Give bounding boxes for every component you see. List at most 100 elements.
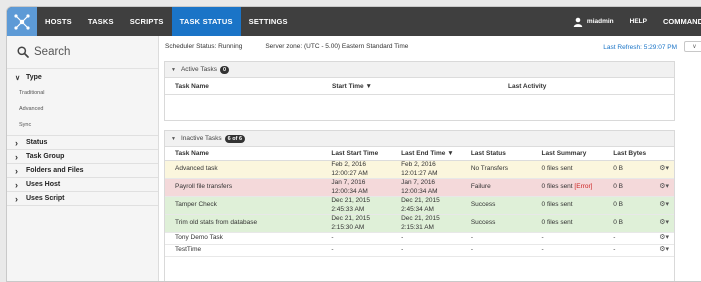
- task-name: Tony Demo Task: [175, 234, 223, 242]
- task-name: Payroll file transfers: [175, 183, 233, 191]
- last-summary: -: [532, 234, 604, 243]
- chevron-down-icon: ∨: [15, 74, 21, 82]
- table-row[interactable]: Advanced task Feb 2, 2016 12:00:27 AM Feb …: [165, 161, 674, 179]
- row-actions-gear-icon[interactable]: ⚙▾: [653, 165, 674, 174]
- column-header[interactable]: Last Activity: [498, 83, 648, 90]
- last-start-time: Dec 21, 2015 2:45:33 AM: [331, 197, 371, 213]
- last-end-time: Jan 7, 2016 12:00:34 AM: [401, 179, 438, 195]
- filter-group-type[interactable]: ∨ Type: [7, 70, 158, 85]
- filter-group-status[interactable]: › Status: [7, 136, 158, 150]
- type-option[interactable]: Traditional: [7, 85, 158, 101]
- triangle-down-icon: ▼: [171, 66, 176, 73]
- network-logo-icon: [14, 13, 30, 30]
- search-input[interactable]: [34, 46, 154, 58]
- column-header[interactable]: Last Status: [461, 150, 532, 157]
- nav-tab-scripts[interactable]: SCRIPTS: [122, 7, 172, 36]
- filter-group-label: Type: [26, 74, 42, 81]
- panel-title: Active Tasks: [180, 66, 217, 73]
- type-option[interactable]: Sync: [7, 117, 158, 133]
- last-start-time: Jan 7, 2016 12:00:34 AM: [331, 179, 368, 195]
- column-header[interactable]: Start Time ▼: [322, 83, 498, 90]
- row-actions-gear-icon[interactable]: ⚙▾: [653, 201, 674, 210]
- last-status: No Transfers: [470, 165, 509, 173]
- last-status: -: [470, 234, 473, 242]
- nav-tab-hosts[interactable]: HOSTS: [37, 7, 80, 36]
- help-link[interactable]: HELP: [622, 18, 655, 25]
- column-header[interactable]: Last Bytes: [603, 150, 653, 157]
- task-name: TestTime: [175, 246, 202, 254]
- last-status: Success: [470, 219, 496, 227]
- main-content: Scheduler Status: Running Server zone: (…: [159, 36, 701, 281]
- last-status: -: [470, 246, 473, 254]
- table-row[interactable]: Tony Demo Task - - - - - ⚙▾: [165, 233, 674, 245]
- last-end-time: Dec 21, 2015 2:45:34 AM: [401, 197, 440, 213]
- summary-text: 0 files sent: [541, 183, 573, 191]
- row-actions-gear-icon[interactable]: ⚙▾: [653, 234, 674, 243]
- last-status: Failure: [470, 183, 491, 191]
- table-row[interactable]: Tamper Check Dec 21, 2015 2:45:33 AM Dec 2…: [165, 197, 674, 215]
- top-navigation: HOSTS TASKS SCRIPTS TASK STATUS SETTINGS mia…: [7, 7, 701, 36]
- summary-text: 0 files sent: [541, 165, 573, 173]
- collapse-button[interactable]: ∨: [684, 41, 701, 52]
- column-header[interactable]: Task Name: [165, 83, 322, 90]
- user-menu[interactable]: miadmin: [587, 18, 622, 25]
- filter-sidebar: ∨ Type TraditionalAdvancedSync › Status › T…: [7, 36, 159, 281]
- row-actions-gear-icon[interactable]: ⚙▾: [653, 183, 674, 192]
- filter-group-uses-script[interactable]: › Uses Script: [7, 192, 158, 206]
- server-zone: Server zone: (UTC - 5.00) Eastern Standa…: [265, 42, 409, 50]
- filter-group-folders-and-files[interactable]: › Folders and Files: [7, 164, 158, 178]
- active-tasks-header[interactable]: ▼ Active Tasks 0: [165, 62, 674, 78]
- chevron-down-icon: ∨: [692, 44, 697, 50]
- triangle-down-icon: ▼: [171, 135, 176, 142]
- last-summary: -: [532, 246, 604, 255]
- table-row[interactable]: Payroll file transfers Jan 7, 2016 12:00:…: [165, 179, 674, 197]
- last-bytes: 0 B: [613, 201, 624, 209]
- column-header[interactable]: Task Name: [165, 150, 321, 157]
- last-end-time: Feb 2, 2016 12:01:27 AM: [401, 161, 438, 177]
- filter-group-uses-host[interactable]: › Uses Host: [7, 178, 158, 192]
- row-actions-gear-icon[interactable]: ⚙▾: [653, 246, 674, 255]
- inactive-tasks-header[interactable]: ▼ Inactive Tasks 6 of 6: [165, 131, 674, 147]
- scheduler-status: Scheduler Status: Running: [165, 42, 243, 50]
- column-header[interactable]: Last End Time ▼: [391, 150, 461, 157]
- filter-group-label: Uses Host: [26, 181, 61, 188]
- table-row[interactable]: TestTime - - - - - ⚙▾: [165, 245, 674, 257]
- column-header[interactable]: Last Summary: [532, 150, 604, 157]
- last-start-time: Feb 2, 2016 12:00:27 AM: [331, 161, 368, 177]
- chevron-right-icon: ›: [15, 151, 18, 162]
- last-refresh-link[interactable]: Last Refresh: 5:29:07 PM: [603, 44, 677, 51]
- last-start-time: Dec 21, 2015 2:15:30 AM: [331, 215, 371, 231]
- command-menu[interactable]: COMMAND: [655, 17, 701, 26]
- nav-tab-tasks[interactable]: TASKS: [80, 7, 122, 36]
- summary-text: 0 files sent: [541, 201, 573, 209]
- type-option[interactable]: Advanced: [7, 101, 158, 117]
- chevron-right-icon: ›: [15, 137, 18, 148]
- panel-title: Inactive Tasks: [180, 135, 222, 142]
- task-name: Advanced task: [175, 165, 218, 173]
- last-start-time: -: [331, 246, 334, 254]
- active-tasks-panel: ▼ Active Tasks 0 Task Name Start Time ▼ …: [164, 61, 675, 121]
- summary-text: -: [541, 234, 544, 242]
- last-start-time: -: [331, 234, 334, 242]
- last-end-time: -: [401, 234, 404, 242]
- last-end-time: Dec 21, 2015 2:15:31 AM: [401, 215, 440, 231]
- app-window: HOSTS TASKS SCRIPTS TASK STATUS SETTINGS mia…: [6, 6, 701, 282]
- inactive-table-header: Task Name Last Start Time Last End Time …: [165, 147, 674, 161]
- nav-tab-settings[interactable]: SETTINGS: [241, 7, 296, 36]
- filter-group-label: Task Group: [26, 153, 65, 160]
- error-link[interactable]: [Error]: [574, 183, 592, 190]
- last-summary: 0 files sent [Error]: [532, 183, 604, 192]
- nav-tab-task-status[interactable]: TASK STATUS: [171, 7, 241, 36]
- type-filter-group: ∨ Type Traditional Advanced Sync: [7, 70, 158, 136]
- last-bytes: 0 B: [613, 219, 624, 227]
- row-actions-gear-icon[interactable]: ⚙▾: [653, 219, 674, 228]
- last-bytes: 0 B: [613, 165, 624, 173]
- table-row[interactable]: Trim old stats from database Dec 21, 2015…: [165, 215, 674, 233]
- last-status: Success: [470, 201, 496, 209]
- filter-group-label: Folders and Files: [26, 167, 84, 174]
- filter-group-task-group[interactable]: › Task Group: [7, 150, 158, 164]
- column-header[interactable]: Last Start Time: [321, 150, 391, 157]
- last-summary: 0 files sent: [532, 201, 604, 210]
- count-badge: 6 of 6: [224, 134, 246, 143]
- app-logo[interactable]: [7, 7, 37, 36]
